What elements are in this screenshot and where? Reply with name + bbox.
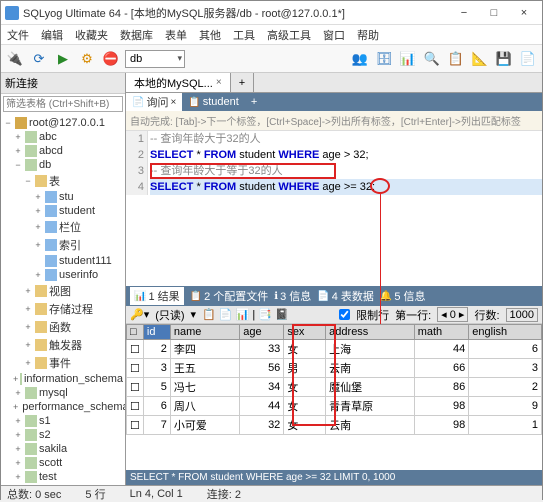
menu-advtools[interactable]: 高级工具 (267, 27, 311, 43)
window-title: SQLyog Ultimate 64 - [本地的MySQL服务器/db - r… (23, 5, 450, 21)
app-icon (5, 6, 19, 20)
tb-icon8[interactable]: 📄 (518, 49, 538, 69)
tree-node[interactable]: +stu (1, 190, 125, 204)
result-tab-4[interactable]: 📄 4 表数据 (317, 288, 374, 304)
statusbar: 总数: 0 sec 5 行 Ln 4, Col 1 连接: 2 (1, 485, 542, 501)
tree-node[interactable]: +事件 (1, 354, 125, 372)
result-tab-3[interactable]: ℹ 3 信息 (274, 288, 311, 304)
grid-toolbar: 🔑▾(只读)▾ 📋 📄 📊 | 📑 📓 限制行 第一行:◂ 0 ▸ 行数:100… (126, 306, 542, 324)
query-tab[interactable]: 📄询问 × (126, 93, 182, 111)
menu-fav[interactable]: 收藏夹 (75, 27, 108, 43)
minimize-button[interactable]: − (450, 4, 478, 22)
menu-help[interactable]: 帮助 (357, 27, 379, 43)
tree-node[interactable]: +s2 (1, 428, 125, 442)
sql-editor[interactable]: 1234 -- 查询年龄大于32的人 SELECT * FROM student… (126, 131, 542, 286)
menu-table[interactable]: 表单 (165, 27, 187, 43)
close-icon[interactable]: × (216, 77, 222, 88)
menu-edit[interactable]: 编辑 (41, 27, 63, 43)
tb-icon[interactable]: 👥 (350, 49, 370, 69)
status-conn: 连接: 2 (207, 486, 241, 502)
tree-node[interactable]: −表 (1, 172, 125, 190)
sidebar-head: 新连接 (1, 73, 125, 94)
new-tab[interactable]: + (231, 73, 254, 92)
tree-node[interactable]: +sakila (1, 442, 125, 456)
tree-node[interactable]: +scott (1, 456, 125, 470)
limit-checkbox[interactable] (339, 309, 350, 320)
tree-node[interactable]: +mysql (1, 386, 125, 400)
object-tree[interactable]: −root@127.0.0.1+abc+abcd−db−表+stu+studen… (1, 114, 125, 485)
new-conn-icon[interactable]: 🔌 (5, 49, 25, 69)
status-pos: Ln 4, Col 1 (130, 488, 183, 500)
tb-icon4[interactable]: 🔍 (422, 49, 442, 69)
sidebar: 新连接 −root@127.0.0.1+abc+abcd−db−表+stu+st… (1, 73, 126, 485)
titlebar: SQLyog Ultimate 64 - [本地的MySQL服务器/db - r… (1, 1, 542, 25)
tree-node[interactable]: +视图 (1, 282, 125, 300)
menu-file[interactable]: 文件 (7, 27, 29, 43)
tree-node[interactable]: +student (1, 204, 125, 218)
tree-node[interactable]: +存储过程 (1, 300, 125, 318)
database-combo[interactable]: db (125, 50, 185, 68)
menu-other[interactable]: 其他 (199, 27, 221, 43)
menu-database[interactable]: 数据库 (120, 27, 153, 43)
tb-icon6[interactable]: 📐 (470, 49, 490, 69)
new-editor-tab[interactable]: + (245, 95, 263, 109)
tree-node[interactable]: +abc (1, 130, 125, 144)
result-tab-1[interactable]: 📊 1 结果 (130, 287, 184, 305)
tb-icon7[interactable]: 💾 (494, 49, 514, 69)
tree-node[interactable]: student111 (1, 254, 125, 268)
execute-icon[interactable]: ▶ (53, 49, 73, 69)
status-rows: 5 行 (85, 486, 105, 502)
annotation-box2 (292, 324, 336, 426)
conn-tab[interactable]: 本地的MySQL...× (126, 73, 231, 92)
tree-node[interactable]: +information_schema (1, 372, 125, 386)
tree-node[interactable]: −db (1, 158, 125, 172)
tree-node[interactable]: +索引 (1, 236, 125, 254)
menubar: 文件 编辑 收藏夹 数据库 表单 其他 工具 高级工具 窗口 帮助 (1, 25, 542, 45)
connection-tabs: 本地的MySQL...× + (126, 73, 542, 93)
annotation-line (380, 194, 381, 344)
stop-icon[interactable]: ⛔ (101, 49, 121, 69)
refresh-icon[interactable]: ⟳ (29, 49, 49, 69)
student-tab[interactable]: 📋student (182, 95, 245, 109)
result-tab-2[interactable]: 📋 2 个配置文件 (190, 288, 269, 304)
tree-node[interactable]: +s1 (1, 414, 125, 428)
editor-tabs: 📄询问 × 📋student + (126, 93, 542, 111)
maximize-button[interactable]: □ (480, 4, 508, 22)
tb-icon2[interactable]: 🗄 (374, 49, 394, 69)
tree-node[interactable]: +performance_schema (1, 400, 125, 414)
tree-node[interactable]: +栏位 (1, 218, 125, 236)
tb-icon5[interactable]: 📋 (446, 49, 466, 69)
tree-node[interactable]: +test (1, 470, 125, 484)
annotation-circle (370, 178, 390, 194)
close-button[interactable]: × (510, 4, 538, 22)
toolbar: 🔌 ⟳ ▶ ⚙ ⛔ db 👥 🗄 📊 🔍 📋 📐 💾 📄 (1, 45, 542, 73)
menu-window[interactable]: 窗口 (323, 27, 345, 43)
status-query: SELECT * FROM student WHERE age >= 32 LI… (126, 470, 542, 485)
tree-node[interactable]: +userinfo (1, 268, 125, 282)
result-tab-5[interactable]: 🔔 5 信息 (380, 288, 426, 304)
tool-icon[interactable]: ⚙ (77, 49, 97, 69)
status-total: 总数: 0 sec (7, 486, 61, 502)
annotation-box (150, 163, 336, 179)
tree-node[interactable]: +abcd (1, 144, 125, 158)
filter-input[interactable] (3, 96, 123, 112)
result-grid[interactable]: □idnameagesexaddressmathenglish☐2李四33女上海… (126, 324, 542, 435)
tree-node[interactable]: −root@127.0.0.1 (1, 116, 125, 130)
result-tabs: 📊 1 结果 📋 2 个配置文件 ℹ 3 信息 📄 4 表数据 🔔 5 信息 (126, 286, 542, 306)
menu-tools[interactable]: 工具 (233, 27, 255, 43)
tree-node[interactable]: +函数 (1, 318, 125, 336)
tb-icon3[interactable]: 📊 (398, 49, 418, 69)
autocomplete-hint: 自动完成: [Tab]->下一个标签，[Ctrl+Space]->列出所有标签，… (126, 111, 542, 131)
tree-node[interactable]: +触发器 (1, 336, 125, 354)
